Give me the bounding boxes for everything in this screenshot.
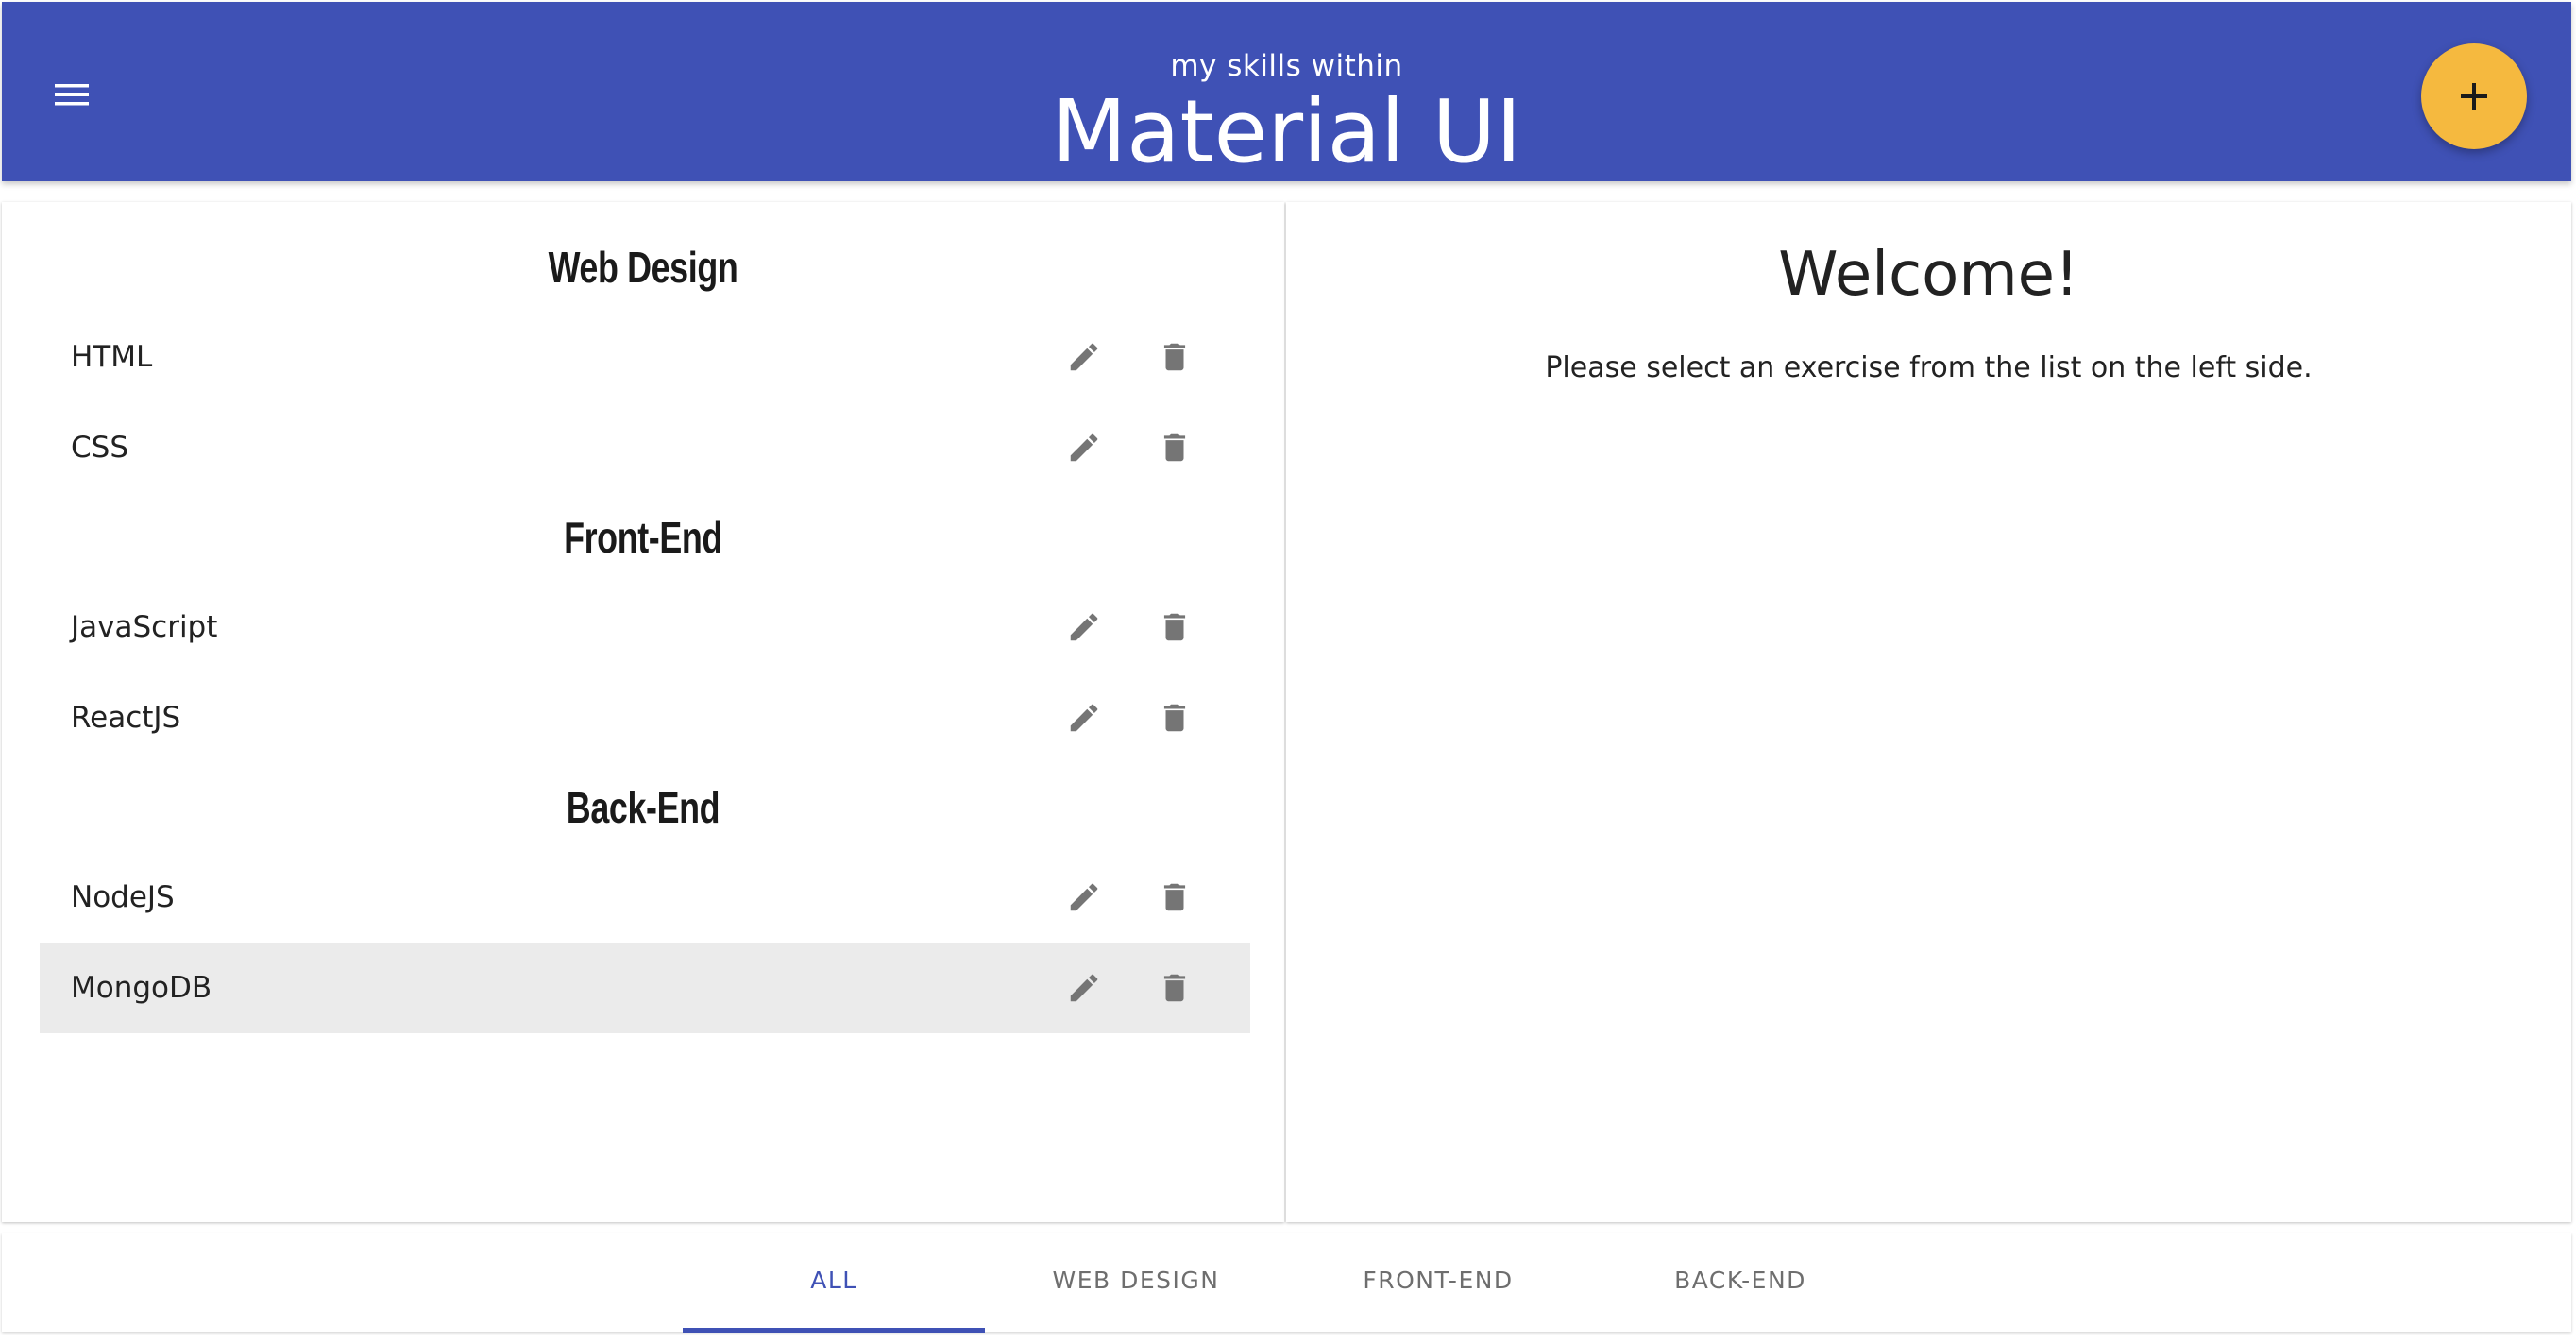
trash-icon: [1163, 343, 1186, 371]
trash-icon: [1163, 613, 1186, 641]
trash-icon: [1163, 974, 1186, 1002]
app-bar: my skills within Material UI: [2, 2, 2571, 181]
list-item-html[interactable]: HTML: [40, 312, 1250, 402]
pencil-icon: [1070, 434, 1098, 462]
edit-button[interactable]: [1054, 327, 1114, 387]
pencil-icon: [1070, 704, 1098, 732]
delete-button[interactable]: [1144, 867, 1205, 927]
group-title-front-end: Front-End: [564, 513, 722, 562]
list-item-nodejs[interactable]: NodeJS: [40, 852, 1250, 943]
welcome-heading: Welcome!: [1778, 240, 2079, 310]
pencil-icon: [1070, 974, 1098, 1002]
add-exercise-button[interactable]: [2421, 43, 2527, 149]
delete-button[interactable]: [1144, 417, 1205, 478]
edit-button[interactable]: [1054, 958, 1114, 1018]
list-item-label: JavaScript: [71, 610, 218, 644]
delete-button[interactable]: [1144, 688, 1205, 748]
list-item-label: HTML: [71, 340, 153, 374]
tab-indicator: [683, 1328, 985, 1333]
edit-button[interactable]: [1054, 688, 1114, 748]
tab-front-end[interactable]: FRONT-END: [1287, 1233, 1589, 1332]
group-title-back-end: Back-End: [566, 783, 720, 832]
list-item-css[interactable]: CSS: [40, 402, 1250, 493]
list-item-reactjs[interactable]: ReactJS: [40, 672, 1250, 763]
plus-icon: [2461, 83, 2487, 110]
delete-button[interactable]: [1144, 958, 1205, 1018]
tab-back-end[interactable]: BACK-END: [1589, 1233, 1891, 1332]
list-item-label: CSS: [71, 431, 129, 465]
delete-button[interactable]: [1144, 597, 1205, 657]
edit-button[interactable]: [1054, 597, 1114, 657]
app-title: Material UI: [1051, 81, 1522, 182]
list-item-label: MongoDB: [71, 971, 212, 1005]
edit-button[interactable]: [1054, 417, 1114, 478]
list-item-label: ReactJS: [71, 701, 181, 735]
pencil-icon: [1070, 883, 1098, 911]
pencil-icon: [1070, 613, 1098, 641]
trash-icon: [1163, 883, 1186, 911]
tab-all[interactable]: ALL: [683, 1233, 985, 1332]
app-window: my skills within Material UI Web Design …: [0, 0, 2576, 1343]
exercise-detail-panel: Welcome! Please select an exercise from …: [1286, 202, 2571, 1222]
list-item-mongodb[interactable]: MongoDB: [40, 943, 1250, 1033]
delete-button[interactable]: [1144, 327, 1205, 387]
edit-button[interactable]: [1054, 867, 1114, 927]
group-title-web-design: Web Design: [548, 243, 738, 292]
trash-icon: [1163, 704, 1186, 732]
category-tabs: ALL WEB DESIGN FRONT-END BACK-END: [2, 1233, 2571, 1333]
pencil-icon: [1070, 343, 1098, 371]
welcome-message: Please select an exercise from the list …: [1545, 351, 2313, 384]
tab-web-design[interactable]: WEB DESIGN: [985, 1233, 1287, 1332]
list-item-javascript[interactable]: JavaScript: [40, 582, 1250, 672]
app-subtitle: my skills within: [1170, 49, 1403, 83]
list-item-label: NodeJS: [71, 880, 175, 914]
trash-icon: [1163, 434, 1186, 462]
exercise-list-panel: Web Design HTML CSS Front-End JavaScript: [2, 202, 1284, 1222]
